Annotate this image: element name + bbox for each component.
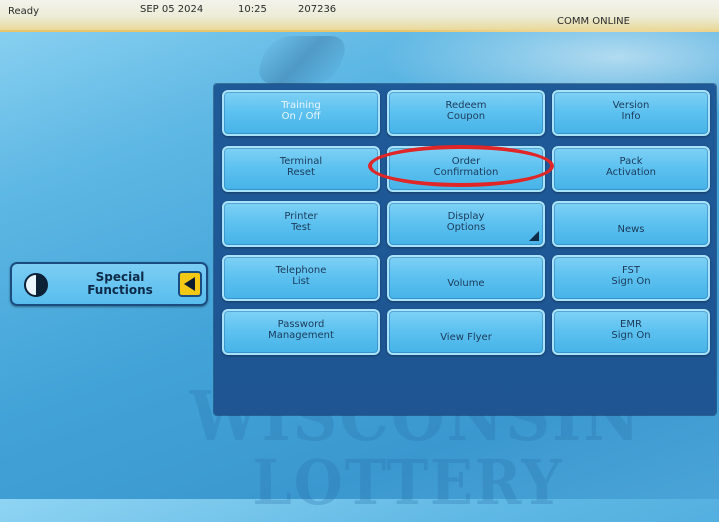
news-label: News <box>617 223 645 235</box>
password-management-label: Password Management <box>268 319 334 341</box>
menu-panel: Training On / Off Redeem Coupon Version … <box>214 84 716 415</box>
pack-activation-label: Pack Activation <box>605 156 657 178</box>
training-on-off-button[interactable]: Training On / Off <box>222 90 380 136</box>
left-arrow-icon[interactable] <box>178 271 202 297</box>
fst-sign-on-button[interactable]: FST Sign On <box>552 255 710 301</box>
fst-sign-on-label: FST Sign On <box>611 265 651 287</box>
news-button[interactable]: News <box>552 201 710 247</box>
special-functions-button[interactable]: Special Functions <box>10 262 208 306</box>
volume-button[interactable]: Volume <box>387 255 545 301</box>
status-bar: Ready SEP 05 2024 10:25 207236 COMM ONLI… <box>0 0 719 32</box>
view-flyer-button[interactable]: View Flyer <box>387 309 545 355</box>
terminal-id: 207236 <box>298 4 337 15</box>
status-ready: Ready <box>8 6 40 17</box>
emr-sign-on-button[interactable]: EMR Sign On <box>552 309 710 355</box>
volume-label: Volume <box>447 277 485 289</box>
printer-test-label: Printer Test <box>284 211 318 233</box>
version-info-label: Version Info <box>612 100 650 122</box>
redeem-coupon-button[interactable]: Redeem Coupon <box>387 90 545 136</box>
display-options-button[interactable]: Display Options <box>387 201 545 247</box>
printer-test-button[interactable]: Printer Test <box>222 201 380 247</box>
version-info-button[interactable]: Version Info <box>552 90 710 136</box>
terminal-reset-button[interactable]: Terminal Reset <box>222 146 380 192</box>
watermark-lottery: LOTTERY <box>252 446 564 520</box>
pen-reflection <box>253 36 351 84</box>
status-time: 10:25 <box>238 4 267 15</box>
order-confirmation-label: Order Confirmation <box>433 156 499 178</box>
password-management-button[interactable]: Password Management <box>222 309 380 355</box>
status-date: SEP 05 2024 <box>140 4 204 15</box>
special-functions-label: Special Functions <box>87 270 153 297</box>
redeem-coupon-label: Redeem Coupon <box>445 100 487 122</box>
submenu-corner-icon <box>529 231 539 241</box>
telephone-list-button[interactable]: Telephone List <box>222 255 380 301</box>
pack-activation-button[interactable]: Pack Activation <box>552 146 710 192</box>
training-on-off-label: Training On / Off <box>281 100 321 122</box>
display-options-label: Display Options <box>446 211 486 233</box>
connection-status: COMM ONLINE <box>557 16 630 27</box>
half-circle-icon <box>24 273 48 297</box>
view-flyer-label: View Flyer <box>440 331 492 343</box>
order-confirmation-button[interactable]: Order Confirmation <box>387 146 545 192</box>
telephone-list-label: Telephone List <box>275 265 327 287</box>
emr-sign-on-label: EMR Sign On <box>611 319 651 341</box>
terminal-reset-label: Terminal Reset <box>279 156 323 178</box>
